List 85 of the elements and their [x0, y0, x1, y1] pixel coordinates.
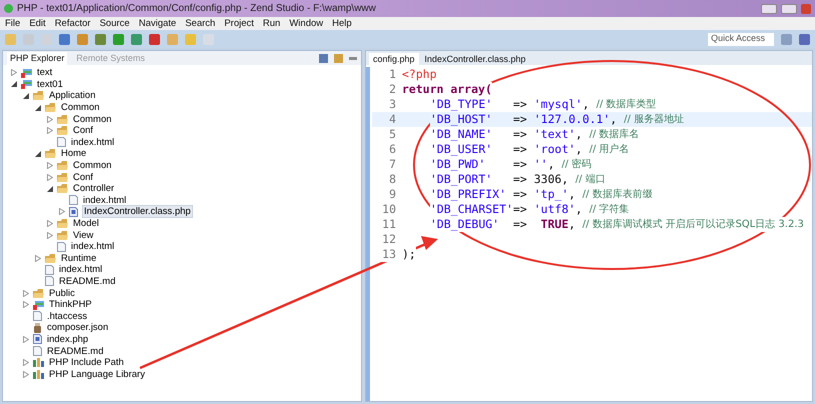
close-button[interactable]: [801, 4, 811, 14]
code-token: 'mysql': [534, 97, 582, 112]
tree-item[interactable]: Application: [48, 90, 96, 102]
project-icon: [21, 68, 32, 78]
folder-icon: [57, 230, 68, 240]
minimize-button[interactable]: [761, 4, 777, 14]
folder-icon: [45, 254, 56, 263]
tree-item[interactable]: composer.json: [46, 322, 110, 334]
code-token: 'tp_': [534, 187, 568, 202]
file-icon: [57, 137, 66, 148]
php-file-icon: [33, 334, 42, 344]
tree-item[interactable]: Conf: [72, 125, 94, 136]
folder-icon: [57, 184, 68, 194]
file-icon: [33, 346, 42, 356]
tree-item[interactable]: Model: [72, 218, 100, 230]
menu-item[interactable]: Source: [100, 18, 130, 30]
menu-item[interactable]: Help: [332, 18, 352, 30]
tree-item[interactable]: Common: [72, 114, 113, 125]
collapsed-triangle-icon[interactable]: [23, 336, 29, 343]
tree-item[interactable]: README.md: [58, 276, 116, 287]
window-title: PHP - text01/Application/Common/Conf/config.php - Zend Studio - F:\wamp\www: [17, 2, 376, 16]
folder-icon: [57, 114, 68, 124]
menu-item[interactable]: Navigate: [138, 18, 176, 30]
code-token: <?php: [402, 67, 437, 82]
menu-item[interactable]: Project: [224, 18, 254, 30]
project-icon: [21, 79, 32, 90]
folder-icon: [57, 219, 68, 228]
file-icon: [45, 276, 54, 286]
tree-item[interactable]: PHP Language Library: [48, 368, 146, 380]
menu-item[interactable]: Search: [185, 18, 216, 30]
tree-item[interactable]: Home: [60, 148, 88, 160]
tree-item[interactable]: Public: [48, 288, 76, 299]
app-icon: [4, 4, 13, 13]
menu-item[interactable]: Refactor: [54, 18, 91, 30]
file-icon: [57, 242, 66, 252]
code-token: // 数据库调试模式 开启后可以记录SQL日志 3.2.3: [582, 217, 804, 232]
folder-icon: [57, 161, 68, 170]
folder-icon: [33, 288, 44, 298]
cup-icon: [33, 322, 42, 333]
menu-item[interactable]: Edit: [29, 18, 46, 30]
tree-item[interactable]: PHP Include Path: [48, 357, 125, 368]
folder-icon: [57, 172, 68, 182]
tree-item[interactable]: Runtime: [60, 252, 98, 264]
menu-item[interactable]: Window: [289, 18, 324, 30]
tree-item[interactable]: .htaccess: [46, 310, 88, 322]
menu-item[interactable]: Run: [262, 18, 280, 30]
tree-item[interactable]: Controller: [72, 183, 116, 194]
tree-item[interactable]: README.md: [46, 346, 104, 357]
tree-item[interactable]: text01: [36, 78, 64, 90]
tree-item[interactable]: Common: [60, 102, 101, 114]
file-icon: [69, 195, 78, 206]
tree-item[interactable]: index.html: [82, 194, 128, 206]
tree-item[interactable]: ThinkPHP: [48, 299, 93, 310]
expanded-triangle-icon[interactable]: [47, 186, 53, 192]
library-icon: [33, 370, 44, 379]
file-icon: [45, 264, 54, 275]
collapsed-triangle-icon[interactable]: [35, 254, 41, 262]
tree-item[interactable]: Conf: [72, 172, 94, 183]
tree-item[interactable]: Common: [72, 160, 113, 172]
tree-item[interactable]: View: [72, 230, 94, 241]
menu-item[interactable]: File: [5, 18, 20, 30]
folder-icon: [45, 103, 56, 112]
project-icon: [33, 300, 44, 310]
php-file-icon: [69, 206, 78, 217]
code-token: return array(: [402, 82, 492, 97]
quick-access-field[interactable]: Quick Access: [708, 32, 774, 46]
code-token: 'DB_CHARSET': [430, 202, 514, 217]
tree-item[interactable]: index.html: [70, 136, 116, 148]
file-icon: [33, 311, 42, 322]
library-icon: [33, 358, 44, 368]
minimize-icon[interactable]: [349, 56, 357, 60]
expanded-triangle-icon[interactable]: [35, 150, 41, 157]
tree-item[interactable]: IndexController.class.php: [82, 205, 193, 218]
tree-item[interactable]: text: [36, 67, 54, 78]
editor-tab[interactable]: config.php: [369, 53, 419, 65]
panel-tab[interactable]: PHP Explorer: [7, 52, 68, 64]
code-token: );: [402, 247, 416, 262]
tree-item[interactable]: index.html: [58, 264, 104, 276]
folder-icon: [33, 91, 44, 100]
collapsed-triangle-icon[interactable]: [11, 69, 17, 76]
tree-item[interactable]: index.html: [70, 241, 116, 252]
folder-icon: [57, 126, 68, 136]
tree-item[interactable]: index.php: [46, 334, 90, 345]
folder-icon: [45, 149, 56, 158]
maximize-button[interactable]: [781, 4, 797, 14]
